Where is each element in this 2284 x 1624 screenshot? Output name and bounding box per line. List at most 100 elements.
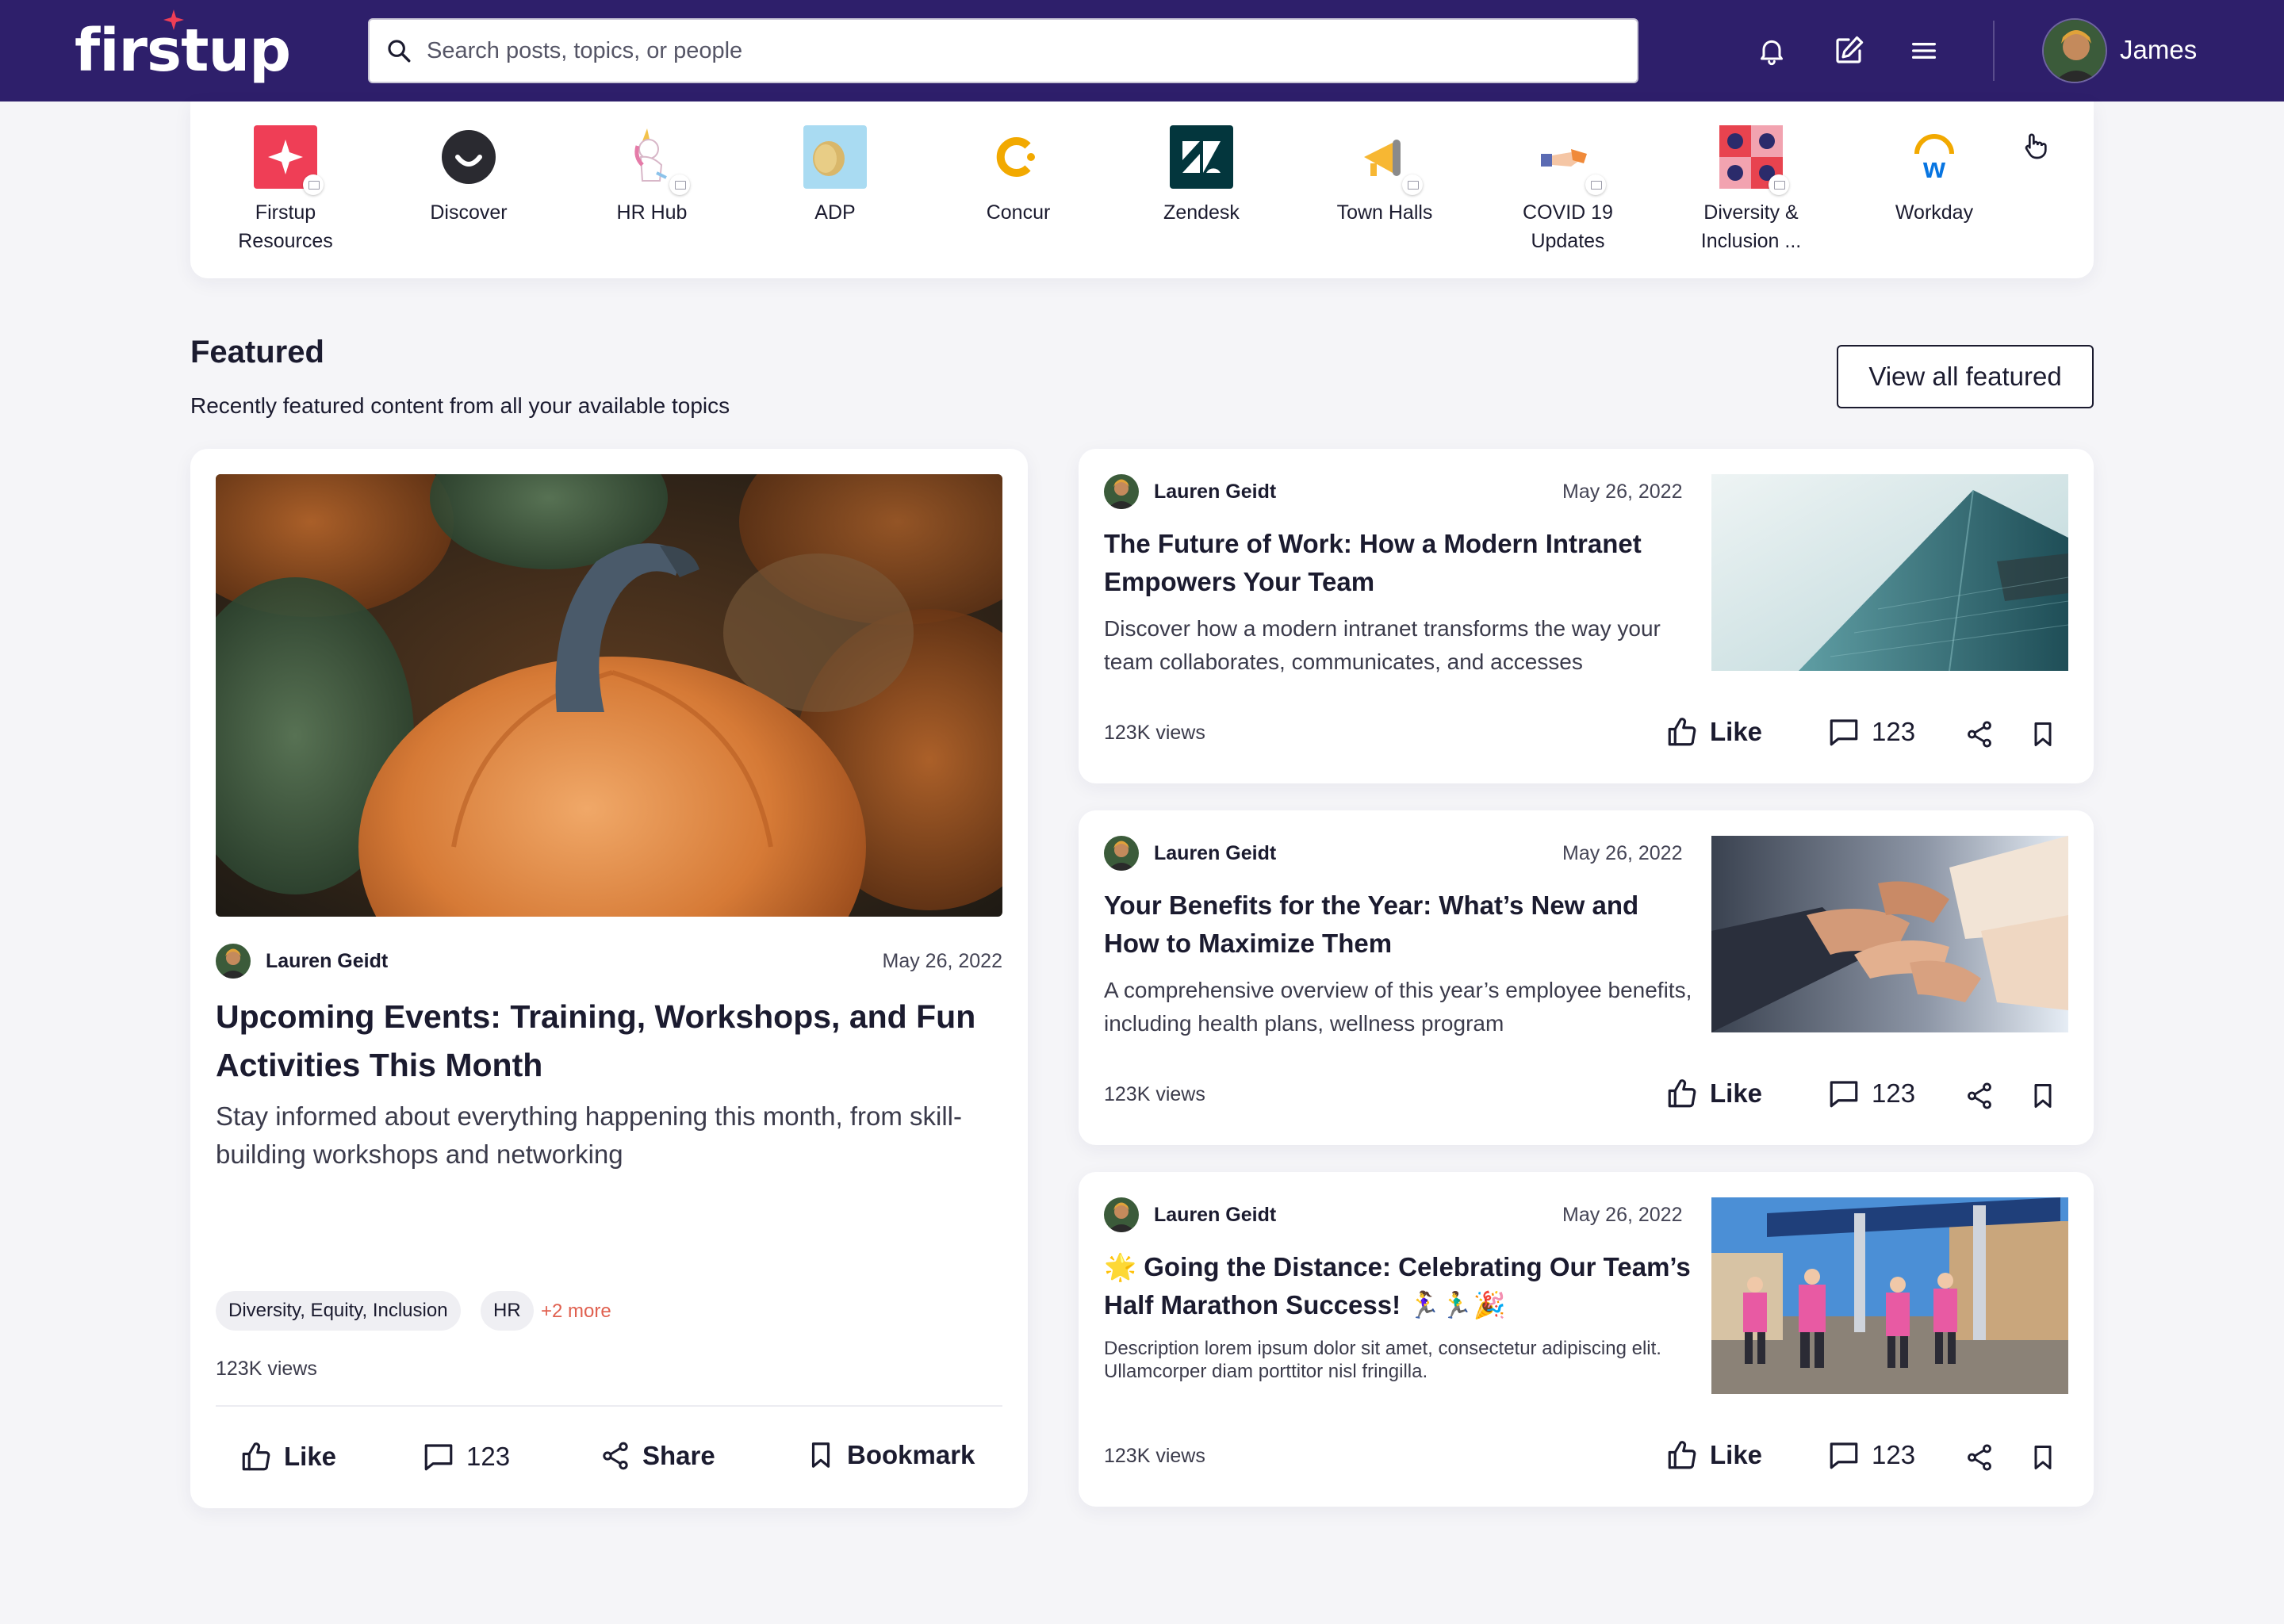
post-title[interactable]: Your Benefits for the Year: What’s New a… [1104,887,1691,963]
firstup-logo[interactable]: firstup [75,10,291,84]
author-name[interactable]: Lauren Geidt [266,950,388,973]
post-title[interactable]: The Future of Work: How a Modern Intrane… [1104,525,1691,601]
bookmark-button[interactable] [2025,717,2060,752]
topic-tag[interactable]: HR [481,1291,534,1331]
compose-icon [1836,36,1864,63]
like-label: Like [1710,717,1763,746]
header-divider [1993,21,1995,81]
bookmark-icon [2034,1084,2052,1108]
bookmark-icon [811,1442,830,1468]
author-avatar[interactable] [1104,1197,1139,1232]
comments-button[interactable]: 123 [1827,715,1915,749]
concur-logo-icon [987,125,1050,189]
folder-badge-icon [303,174,324,195]
share-button[interactable]: Share [600,1440,715,1472]
shortcut-label: Diversity & Inclusion ... [1700,201,1802,252]
shortcut-hr-hub[interactable]: HR Hub [573,125,731,227]
edit-shortcuts-button[interactable] [2019,130,2051,162]
comments-button[interactable]: 123 [1827,1438,1915,1472]
bell-icon [1761,40,1783,66]
featured-post-card[interactable]: Lauren Geidt May 26, 2022 🌟 Going the Di… [1079,1172,2094,1507]
share-button[interactable] [1962,717,1997,752]
shortcut-town-halls[interactable]: Town Halls [1305,125,1464,227]
shortcut-workday[interactable]: w Workday [1855,125,2014,227]
share-icon [603,1442,628,1470]
post-description: A comprehensive overview of this year’s … [1104,978,1692,1036]
user-avatar-image [2044,20,2106,82]
megaphone-icon [1353,125,1423,195]
view-all-featured-button[interactable]: View all featured [1837,345,2094,408]
share-button[interactable] [1962,1078,1997,1113]
shortcut-firstup-resources[interactable]: Firstup Resources [206,125,365,255]
author-name[interactable]: Lauren Geidt [1154,842,1276,865]
topic-tag[interactable]: Diversity, Equity, Inclusion [216,1291,461,1331]
author-name[interactable]: Lauren Geidt [1154,1204,1276,1227]
featured-main-card[interactable]: Lauren Geidt May 26, 2022 Upcoming Event… [190,449,1028,1508]
hand-pointer-icon [2025,133,2047,159]
search-bar[interactable] [368,18,1638,83]
shortcut-discover[interactable]: Discover [389,125,548,227]
building-thumbnail-image [1711,474,2068,671]
menu-button[interactable] [1905,32,1943,70]
folder-badge-icon [669,174,690,195]
bookmark-button[interactable]: Bookmark [806,1440,975,1470]
featured-post-card[interactable]: Lauren Geidt May 26, 2022 The Future of … [1079,449,2094,783]
view-count: 123K views [1104,722,1205,744]
bookmark-icon [2034,1446,2052,1469]
search-input[interactable] [427,37,1616,64]
like-button[interactable]: Like [1665,715,1762,749]
author-avatar[interactable] [216,944,251,979]
thumbs-up-icon [1668,718,1696,746]
post-date: May 26, 2022 [1562,1204,1683,1226]
comment-count: 123 [466,1442,511,1471]
bookmark-icon [2034,722,2052,746]
post-description: Stay informed about everything happening… [216,1101,962,1169]
zendesk-logo-icon [1170,125,1233,189]
comments-button[interactable]: 123 [1827,1077,1915,1110]
like-button[interactable]: Like [1665,1438,1762,1472]
shortcut-covid-updates[interactable]: COVID 19 Updates [1489,125,1647,255]
compose-button[interactable] [1830,32,1868,70]
view-count: 123K views [1104,1445,1205,1467]
shortcut-label: Zendesk [1163,201,1240,224]
notifications-button[interactable] [1753,32,1791,70]
featured-subtitle: Recently featured content from all your … [190,393,730,418]
logo-spark-icon [163,10,184,30]
author-avatar[interactable] [1104,836,1139,871]
featured-post-card[interactable]: Lauren Geidt May 26, 2022 Your Benefits … [1079,810,2094,1145]
post-title[interactable]: 🌟 Going the Distance: Celebrating Our Te… [1104,1248,1691,1324]
like-button[interactable]: Like [1665,1077,1762,1110]
shortcut-label: Discover [430,201,508,224]
share-icon [1968,1444,1991,1471]
comment-count: 123 [1872,1078,1916,1108]
coin-icon [803,125,867,189]
user-avatar[interactable] [2042,18,2107,83]
card-divider [216,1405,1002,1407]
share-icon [1968,1082,1991,1109]
shortcuts-bar: Firstup Resources Discover HR Hub ADP Co… [190,102,2094,278]
folder-badge-icon [1402,174,1423,195]
workday-logo-icon: w [1903,125,1966,189]
shortcut-concur[interactable]: Concur [939,125,1098,227]
more-tags-link[interactable]: +2 more [541,1300,611,1323]
bookmark-label: Bookmark [847,1440,975,1469]
comment-icon [424,1444,453,1471]
bookmark-button[interactable] [2025,1440,2060,1475]
post-title[interactable]: Upcoming Events: Training, Workshops, an… [216,993,1009,1090]
pumpkin-hero-image [216,474,1002,917]
author-avatar[interactable] [1104,474,1139,509]
comments-button[interactable]: 123 [422,1440,510,1473]
bookmark-button[interactable] [2025,1078,2060,1113]
shortcut-zendesk[interactable]: Zendesk [1122,125,1281,227]
like-button[interactable]: Like [240,1440,336,1473]
share-button[interactable] [1962,1440,1997,1475]
folder-badge-icon [1769,174,1789,195]
author-name[interactable]: Lauren Geidt [1154,481,1276,504]
view-count: 123K views [216,1358,317,1380]
shortcut-label: Concur [986,201,1051,224]
shortcut-diversity-inclusion[interactable]: Diversity & Inclusion ... [1672,125,1830,255]
featured-title: Featured [190,335,324,370]
user-name[interactable]: James [2120,35,2197,65]
shortcut-adp[interactable]: ADP [756,125,914,227]
firstup-star-icon [254,125,324,195]
